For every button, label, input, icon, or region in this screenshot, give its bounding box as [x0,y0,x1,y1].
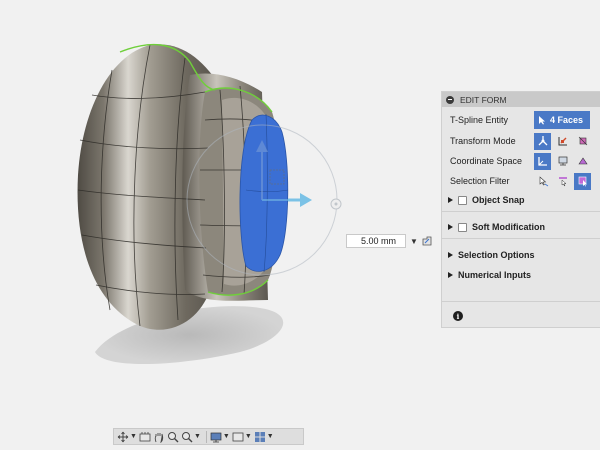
distance-input-group: ▼ [346,233,442,249]
tspline-body [77,43,289,330]
viewports-icon[interactable]: ▼ [254,430,274,443]
section-label: Numerical Inputs [458,270,532,280]
collapse-icon[interactable] [446,95,454,104]
multi-transform-icon[interactable] [534,132,551,150]
toolbar-separator [205,430,207,443]
divider [442,301,600,302]
caret-down-icon[interactable]: ▼ [245,433,252,440]
section-label: Selection Options [458,250,535,260]
entity-value: 4 Faces [550,115,584,125]
cursor-arrow-icon [539,116,545,125]
row-transform-mode: Transform Mode [450,132,600,150]
expand-triangle-icon [448,272,453,278]
section-label: Soft Modification [472,222,545,232]
distance-input[interactable] [346,234,406,248]
object-snap-checkbox[interactable] [458,195,467,205]
distance-snap-icon[interactable] [420,234,434,248]
row-label: T-Spline Entity [450,115,509,125]
world-space-icon[interactable] [534,152,551,170]
zoom-window-icon[interactable]: ▼ [181,430,201,443]
row-label: Transform Mode [450,136,516,146]
expand-triangle-icon [448,224,453,230]
panel-header[interactable]: EDIT FORM [442,92,600,107]
translate-arrow-handle [288,193,312,207]
grid-icon[interactable]: ▼ [232,430,252,443]
row-label: Selection Filter [450,176,510,186]
selected-faces [239,114,289,272]
translate-icon[interactable] [554,133,571,150]
caret-down-icon[interactable]: ▼ [267,433,274,440]
distance-dropdown-icon[interactable]: ▼ [408,234,420,248]
section-label: Object Snap [472,195,525,205]
soft-modification-checkbox[interactable] [458,222,467,232]
display-mode-icon[interactable]: ▼ [210,430,230,443]
caret-down-icon[interactable]: ▼ [130,433,137,440]
select-through-icon[interactable] [534,173,551,190]
caret-down-icon[interactable]: ▼ [194,433,201,440]
row-tspline-entity: T-Spline Entity 4 Faces [450,111,600,129]
row-coordinate-space: Coordinate Space [450,152,600,170]
divider [442,238,600,239]
section-numerical-inputs[interactable]: Numerical Inputs [446,267,596,283]
rotate-icon[interactable] [574,133,591,150]
edit-form-panel: EDIT FORM T-Spline Entity 4 Faces Transf… [441,91,600,328]
navigation-toolbar: ▼ ▼ ▼ ▼ ▼ [113,428,304,445]
divider [442,211,600,212]
info-icon[interactable]: i [453,311,463,321]
view-space-icon[interactable] [554,153,571,170]
orbit-icon[interactable]: ▼ [117,430,137,443]
row-selection-filter: Selection Filter [450,172,600,190]
expand-triangle-icon [448,252,453,258]
look-at-icon[interactable] [139,430,151,443]
edge-filter-icon[interactable] [554,173,571,190]
pan-icon[interactable] [153,430,165,443]
caret-down-icon[interactable]: ▼ [223,433,230,440]
section-object-snap[interactable]: Object Snap [446,192,596,208]
row-label: Coordinate Space [450,156,523,166]
tspline-entity-button[interactable]: 4 Faces [534,111,590,129]
expand-triangle-icon [448,197,453,203]
section-soft-modification[interactable]: Soft Modification [446,219,596,235]
zoom-icon[interactable] [167,430,179,443]
face-filter-icon[interactable] [574,172,591,190]
local-space-icon[interactable] [574,153,591,170]
panel-title: EDIT FORM [460,94,507,105]
section-selection-options[interactable]: Selection Options [446,247,596,263]
